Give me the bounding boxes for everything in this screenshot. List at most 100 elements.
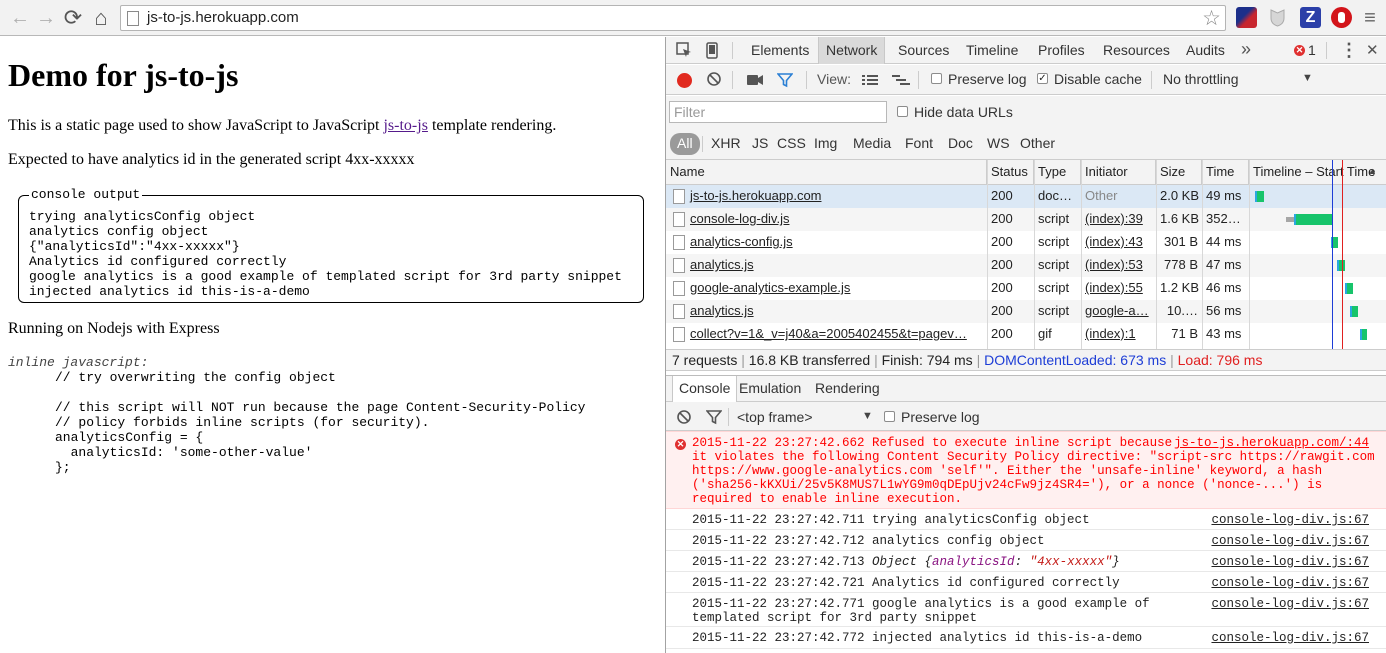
- view-label: View:: [817, 71, 851, 87]
- request-name[interactable]: analytics.js: [686, 300, 986, 323]
- request-initiator[interactable]: (index):55: [1081, 277, 1156, 300]
- overview-icon[interactable]: [892, 74, 910, 89]
- filter-input[interactable]: Filter: [669, 101, 887, 123]
- column-header-time[interactable]: Time: [1202, 160, 1249, 185]
- tab-sources[interactable]: Sources: [891, 37, 956, 64]
- device-mode-icon[interactable]: [706, 42, 718, 64]
- drawer-tab-emulation[interactable]: Emulation: [733, 376, 807, 402]
- bookmark-star-icon[interactable]: ☆: [1202, 6, 1221, 31]
- request-initiator[interactable]: (index):53: [1081, 254, 1156, 277]
- column-header-type[interactable]: Type: [1034, 160, 1081, 185]
- column-header-name[interactable]: Name: [666, 160, 987, 185]
- console-message-source-link[interactable]: console-log-div.js:67: [1211, 631, 1369, 645]
- type-filter-other[interactable]: Other: [1016, 133, 1059, 155]
- error-count-icon[interactable]: ✕: [1294, 45, 1305, 56]
- network-row[interactable]: console-log-div.js 200 script (index):39 1.6…: [666, 208, 1386, 231]
- forward-icon[interactable]: →: [34, 6, 58, 30]
- type-filter-css[interactable]: CSS: [773, 133, 810, 155]
- network-row[interactable]: analytics.js 200 script (index):53 778 B 47 m…: [666, 254, 1386, 277]
- chrome-menu-icon[interactable]: ≡: [1358, 6, 1382, 30]
- close-devtools-icon[interactable]: ✕: [1366, 41, 1379, 59]
- request-name[interactable]: js-to-js.herokuapp.com: [686, 185, 986, 208]
- type-filter-font[interactable]: Font: [901, 133, 937, 155]
- type-filter-doc[interactable]: Doc: [944, 133, 977, 155]
- disable-cache-checkbox[interactable]: ✓: [1037, 73, 1048, 84]
- clear-console-icon[interactable]: [676, 409, 692, 428]
- column-header-size[interactable]: Size: [1156, 160, 1202, 185]
- back-icon[interactable]: ←: [8, 6, 32, 30]
- drawer-tab-rendering[interactable]: Rendering: [809, 376, 886, 402]
- type-filter-js[interactable]: JS: [748, 133, 772, 155]
- type-filter-media[interactable]: Media: [849, 133, 895, 155]
- tab-audits[interactable]: Audits: [1179, 37, 1232, 64]
- hide-data-urls-label[interactable]: Hide data URLs: [914, 104, 1013, 120]
- console-line: analytics config object: [29, 224, 209, 239]
- intro-paragraph: This is a static page used to show JavaS…: [8, 117, 557, 134]
- tab-resources[interactable]: Resources: [1096, 37, 1177, 64]
- request-name[interactable]: analytics-config.js: [686, 231, 986, 254]
- request-initiator[interactable]: (index):1: [1081, 323, 1156, 346]
- console-message-source-link[interactable]: console-log-div.js:67: [1211, 513, 1369, 527]
- frame-select[interactable]: <top frame>: [737, 409, 813, 425]
- request-name[interactable]: analytics.js: [686, 254, 986, 277]
- tab-timeline[interactable]: Timeline: [959, 37, 1025, 64]
- shield-icon[interactable]: [1267, 7, 1288, 28]
- request-initiator[interactable]: google-a…: [1081, 300, 1156, 323]
- hide-data-urls-checkbox[interactable]: [897, 106, 908, 117]
- network-row[interactable]: analytics.js 200 script google-a… 10.… 56 ms: [666, 300, 1386, 323]
- network-row[interactable]: analytics-config.js 200 script (index):43 30…: [666, 231, 1386, 254]
- console-preserve-log-checkbox[interactable]: [884, 411, 895, 422]
- request-name[interactable]: google-analytics-example.js: [686, 277, 986, 300]
- more-tabs-icon[interactable]: »: [1241, 39, 1251, 60]
- tab-network[interactable]: Network: [818, 37, 886, 64]
- error-count[interactable]: 1: [1308, 42, 1316, 58]
- extension-icon-1[interactable]: [1236, 7, 1257, 28]
- preserve-log-label[interactable]: Preserve log: [948, 71, 1027, 87]
- frame-dropdown-icon[interactable]: ▼: [862, 410, 873, 422]
- clear-icon[interactable]: [706, 71, 722, 90]
- inspect-element-icon[interactable]: [676, 42, 692, 63]
- drawer-tab-console[interactable]: Console: [672, 376, 738, 403]
- z-extension-icon[interactable]: Z: [1300, 7, 1321, 28]
- column-header-timeline[interactable]: Timeline – Start Time: [1249, 160, 1386, 185]
- screenshot-icon[interactable]: [746, 73, 764, 90]
- type-filter-img[interactable]: Img: [810, 133, 841, 155]
- devtools-menu-icon[interactable]: ⋮: [1340, 40, 1358, 61]
- console-message-source-link[interactable]: console-log-div.js:67: [1211, 576, 1369, 590]
- tab-profiles[interactable]: Profiles: [1031, 37, 1092, 64]
- console-message-source-link[interactable]: console-log-div.js:67: [1211, 597, 1369, 611]
- type-filter-ws[interactable]: WS: [983, 133, 1014, 155]
- disable-cache-label[interactable]: Disable cache: [1054, 71, 1142, 87]
- home-icon[interactable]: ⌂: [89, 5, 113, 30]
- console-filter-icon[interactable]: [705, 409, 723, 428]
- console-message-source-link[interactable]: console-log-div.js:67: [1211, 555, 1369, 569]
- request-time: 352…: [1206, 211, 1241, 226]
- type-filter-all[interactable]: All: [670, 133, 700, 155]
- request-initiator[interactable]: (index):39: [1081, 208, 1156, 231]
- address-bar[interactable]: js-to-js.herokuapp.com ☆: [120, 5, 1226, 31]
- console-message-source-link[interactable]: js-to-js.herokuapp.com/:44: [1174, 436, 1369, 450]
- record-icon[interactable]: [677, 73, 692, 88]
- request-name[interactable]: collect?v=1&_v=j40&a=2005402455&t=pagev…: [686, 323, 986, 346]
- block-extension-icon[interactable]: [1331, 7, 1352, 28]
- console-preserve-log-label[interactable]: Preserve log: [901, 409, 980, 425]
- large-rows-icon[interactable]: [862, 74, 878, 89]
- preserve-log-checkbox[interactable]: [931, 73, 942, 84]
- column-header-status[interactable]: Status: [987, 160, 1034, 185]
- type-filter-xhr[interactable]: XHR: [707, 133, 745, 155]
- network-row[interactable]: collect?v=1&_v=j40&a=2005402455&t=pagev……: [666, 323, 1386, 346]
- network-row[interactable]: js-to-js.herokuapp.com 200 doc… Other 2.0 KB…: [666, 185, 1386, 208]
- column-header-initiator[interactable]: Initiator: [1081, 160, 1156, 185]
- url-text[interactable]: js-to-js.herokuapp.com: [147, 9, 299, 26]
- tab-elements[interactable]: Elements: [744, 37, 816, 64]
- js-to-js-link[interactable]: js-to-js: [383, 117, 427, 134]
- console-message-text[interactable]: 2015-11-22 23:27:42.713 Object {analytic…: [692, 555, 1120, 569]
- reload-icon[interactable]: ⟳: [61, 5, 85, 30]
- filter-icon[interactable]: [776, 72, 794, 91]
- network-row[interactable]: google-analytics-example.js 200 script (ind…: [666, 277, 1386, 300]
- request-initiator[interactable]: (index):43: [1081, 231, 1156, 254]
- console-message-source-link[interactable]: console-log-div.js:67: [1211, 534, 1369, 548]
- throttling-select[interactable]: No throttling: [1163, 71, 1238, 87]
- throttling-dropdown-icon[interactable]: ▼: [1302, 72, 1313, 84]
- request-name[interactable]: console-log-div.js: [686, 208, 986, 231]
